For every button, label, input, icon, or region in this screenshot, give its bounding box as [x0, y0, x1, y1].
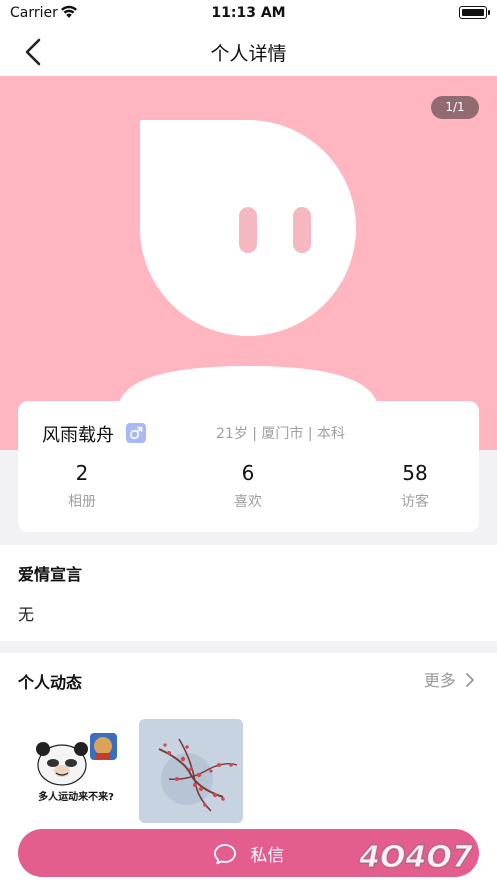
svg-text:4O4O7: 4O4O7 — [358, 840, 473, 875]
navigation-bar: 个人详情 — [0, 28, 497, 76]
profile-card: 风雨载舟 21岁 | 厦门市 | 本科 2 相册 6 喜欢 58 访客 — [18, 401, 479, 532]
love-declaration-text: 无 — [18, 605, 35, 624]
stat-likes[interactable]: 6 喜欢 — [188, 461, 308, 511]
chat-bubble-icon — [213, 844, 236, 865]
gender-badge — [126, 423, 146, 443]
panda-meme-image — [36, 733, 117, 786]
stat-likes-count: 6 — [241, 461, 255, 485]
private-message-label: 私信 — [250, 846, 285, 866]
default-avatar-illustration — [118, 120, 378, 450]
chevron-right-icon — [466, 673, 474, 687]
status-bar: Carrier 11:13 AM — [0, 0, 497, 28]
more-moments-link[interactable]: 更多 — [424, 667, 475, 691]
moment-thumbnail[interactable] — [139, 719, 243, 823]
watermark-logo: 4O4O7 — [358, 839, 474, 875]
page-title: 个人详情 — [210, 43, 287, 65]
stat-visitors[interactable]: 58 访客 — [355, 461, 475, 511]
meme-caption: 多人运动来不来? — [38, 792, 114, 803]
user-basic-info: 21岁 | 厦门市 | 本科 — [216, 426, 346, 442]
stat-visitors-count: 58 — [402, 461, 428, 485]
stat-albums[interactable]: 2 相册 — [22, 461, 142, 511]
more-label: 更多 — [423, 671, 456, 690]
nickname: 风雨载舟 — [42, 425, 114, 446]
battery-icon — [459, 6, 490, 19]
stat-likes-label: 喜欢 — [234, 494, 262, 510]
male-icon — [129, 426, 143, 440]
red-branch-photo — [139, 719, 243, 823]
moment-thumbnail[interactable]: 多人运动来不来? — [24, 719, 128, 823]
stat-visitors-label: 访客 — [401, 494, 429, 510]
stat-albums-count: 2 — [75, 461, 89, 485]
love-declaration-title: 爱情宣言 — [18, 565, 83, 584]
stat-albums-label: 相册 — [68, 494, 96, 510]
clock: 11:13 AM — [211, 5, 286, 21]
profile-photo[interactable]: 1/1 — [0, 76, 497, 450]
moments-title: 个人动态 — [18, 673, 83, 692]
love-declaration-section: 爱情宣言 无 — [0, 545, 497, 641]
photo-page-indicator: 1/1 — [431, 96, 479, 119]
